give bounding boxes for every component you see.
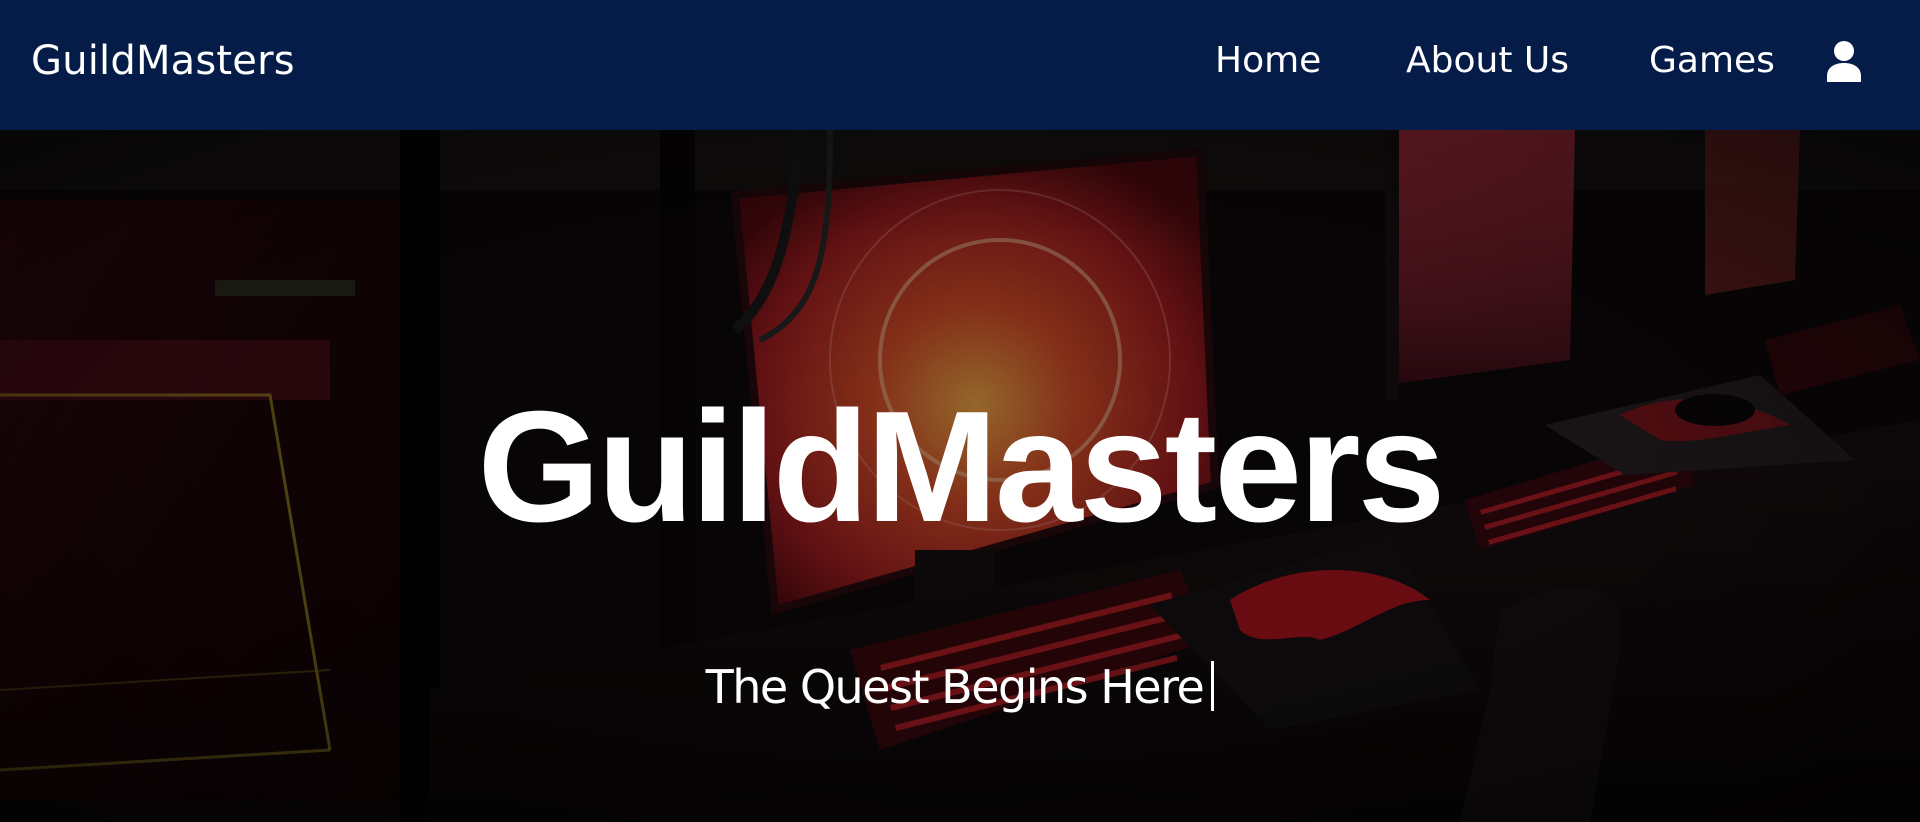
user-icon[interactable] <box>1826 40 1862 82</box>
navbar: GuildMasters Home About Us Games <box>0 0 1920 130</box>
hero-tagline-wrapper: The Quest Begins Here <box>0 661 1920 711</box>
hero-tagline: The Quest Begins Here <box>705 660 1205 714</box>
nav-link-home[interactable]: Home <box>1215 40 1321 81</box>
nav-link-games[interactable]: Games <box>1649 40 1775 81</box>
hero-title: GuildMasters <box>477 379 1446 555</box>
brand-logo-link[interactable]: GuildMasters <box>31 38 295 84</box>
hero-section: GuildMasters The Quest Begins Here <box>0 130 1920 822</box>
page: GuildMasters Home About Us Games GuildMa… <box>0 0 1920 822</box>
typing-caret <box>1211 661 1215 711</box>
nav-link-about-us[interactable]: About Us <box>1406 40 1569 81</box>
